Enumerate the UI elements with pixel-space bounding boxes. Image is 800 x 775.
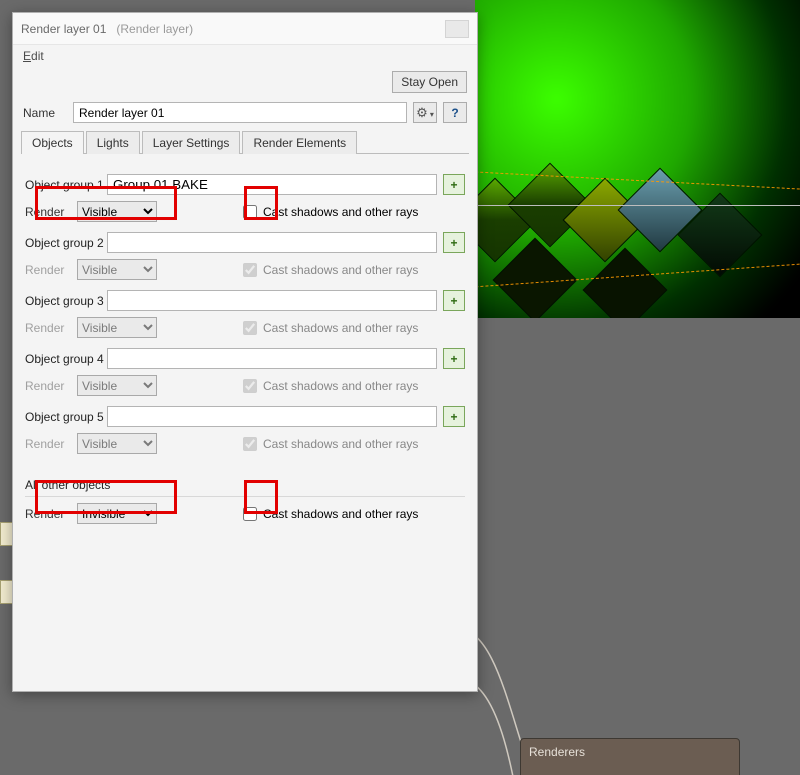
plus-icon: [450, 410, 457, 424]
tab-lights[interactable]: Lights: [86, 131, 140, 154]
group-1-render-select[interactable]: Visible: [77, 201, 157, 222]
gear-icon: [416, 105, 428, 121]
group-2-render-select: Visible: [77, 259, 157, 280]
all-other-cast-checkbox[interactable]: [243, 507, 257, 521]
window-subtitle: (Render layer): [116, 22, 193, 36]
group-4-cast-label: Cast shadows and other rays: [263, 379, 418, 393]
group-2-cast-checkbox: [243, 263, 257, 277]
name-input[interactable]: [73, 102, 407, 123]
plus-icon: [450, 178, 457, 192]
group-2-add-button[interactable]: [443, 232, 465, 253]
group-3-cast-label: Cast shadows and other rays: [263, 321, 418, 335]
group-1-add-button[interactable]: [443, 174, 465, 195]
plus-icon: [450, 294, 457, 308]
group-1-input[interactable]: [107, 174, 437, 195]
group-2-input[interactable]: [107, 232, 437, 253]
group-1-cast-checkbox[interactable]: [243, 205, 257, 219]
group-4-cast-checkbox: [243, 379, 257, 393]
menu-edit[interactable]: Edit: [19, 49, 48, 63]
renderers-title: Renderers: [521, 739, 739, 765]
group-5-label: Object group 5: [25, 410, 107, 424]
plus-icon: [450, 352, 457, 366]
group-2-label: Object group 2: [25, 236, 107, 250]
all-other-cast-label: Cast shadows and other rays: [263, 507, 418, 521]
group-4-render-select: Visible: [77, 375, 157, 396]
group-4-render-label: Render: [25, 379, 77, 393]
group-5-cast-checkbox: [243, 437, 257, 451]
tab-render-elements[interactable]: Render Elements: [242, 131, 357, 154]
tab-objects[interactable]: Objects: [21, 131, 84, 154]
group-4-input[interactable]: [107, 348, 437, 369]
group-1-cast-label: Cast shadows and other rays: [263, 205, 418, 219]
group-5-add-button[interactable]: [443, 406, 465, 427]
all-other-render-label: Render: [25, 507, 77, 521]
group-3-cast-checkbox: [243, 321, 257, 335]
close-button[interactable]: [445, 20, 469, 38]
group-4-label: Object group 4: [25, 352, 107, 366]
group-2-cast-label: Cast shadows and other rays: [263, 263, 418, 277]
tab-layer-settings[interactable]: Layer Settings: [142, 131, 241, 154]
help-button[interactable]: ?: [443, 102, 467, 123]
titlebar[interactable]: Render layer 01 (Render layer): [13, 13, 477, 45]
group-1-render-label: Render: [25, 205, 77, 219]
group-5-input[interactable]: [107, 406, 437, 427]
group-2-render-label: Render: [25, 263, 77, 277]
group-3-render-label: Render: [25, 321, 77, 335]
group-3-render-select: Visible: [77, 317, 157, 338]
all-other-render-select[interactable]: Invisible: [77, 503, 157, 524]
group-5-cast-label: Cast shadows and other rays: [263, 437, 418, 451]
name-label: Name: [23, 106, 73, 120]
group-5-render-select: Visible: [77, 433, 157, 454]
group-4-add-button[interactable]: [443, 348, 465, 369]
group-1-label: Object group 1: [25, 178, 107, 192]
group-3-input[interactable]: [107, 290, 437, 311]
settings-button[interactable]: [413, 102, 437, 123]
renderers-container[interactable]: Renderers Camera Render 01 Render layer …: [520, 738, 740, 775]
all-other-objects-header: All other objects: [25, 478, 465, 497]
group-3-add-button[interactable]: [443, 290, 465, 311]
plus-icon: [450, 236, 457, 250]
render-layer-dialog: Render layer 01 (Render layer) Edit Stay…: [12, 12, 478, 692]
group-3-label: Object group 3: [25, 294, 107, 308]
viewport-3d: [475, 0, 800, 318]
group-5-render-label: Render: [25, 437, 77, 451]
stay-open-button[interactable]: Stay Open: [392, 71, 467, 93]
window-title: Render layer 01: [21, 22, 106, 36]
